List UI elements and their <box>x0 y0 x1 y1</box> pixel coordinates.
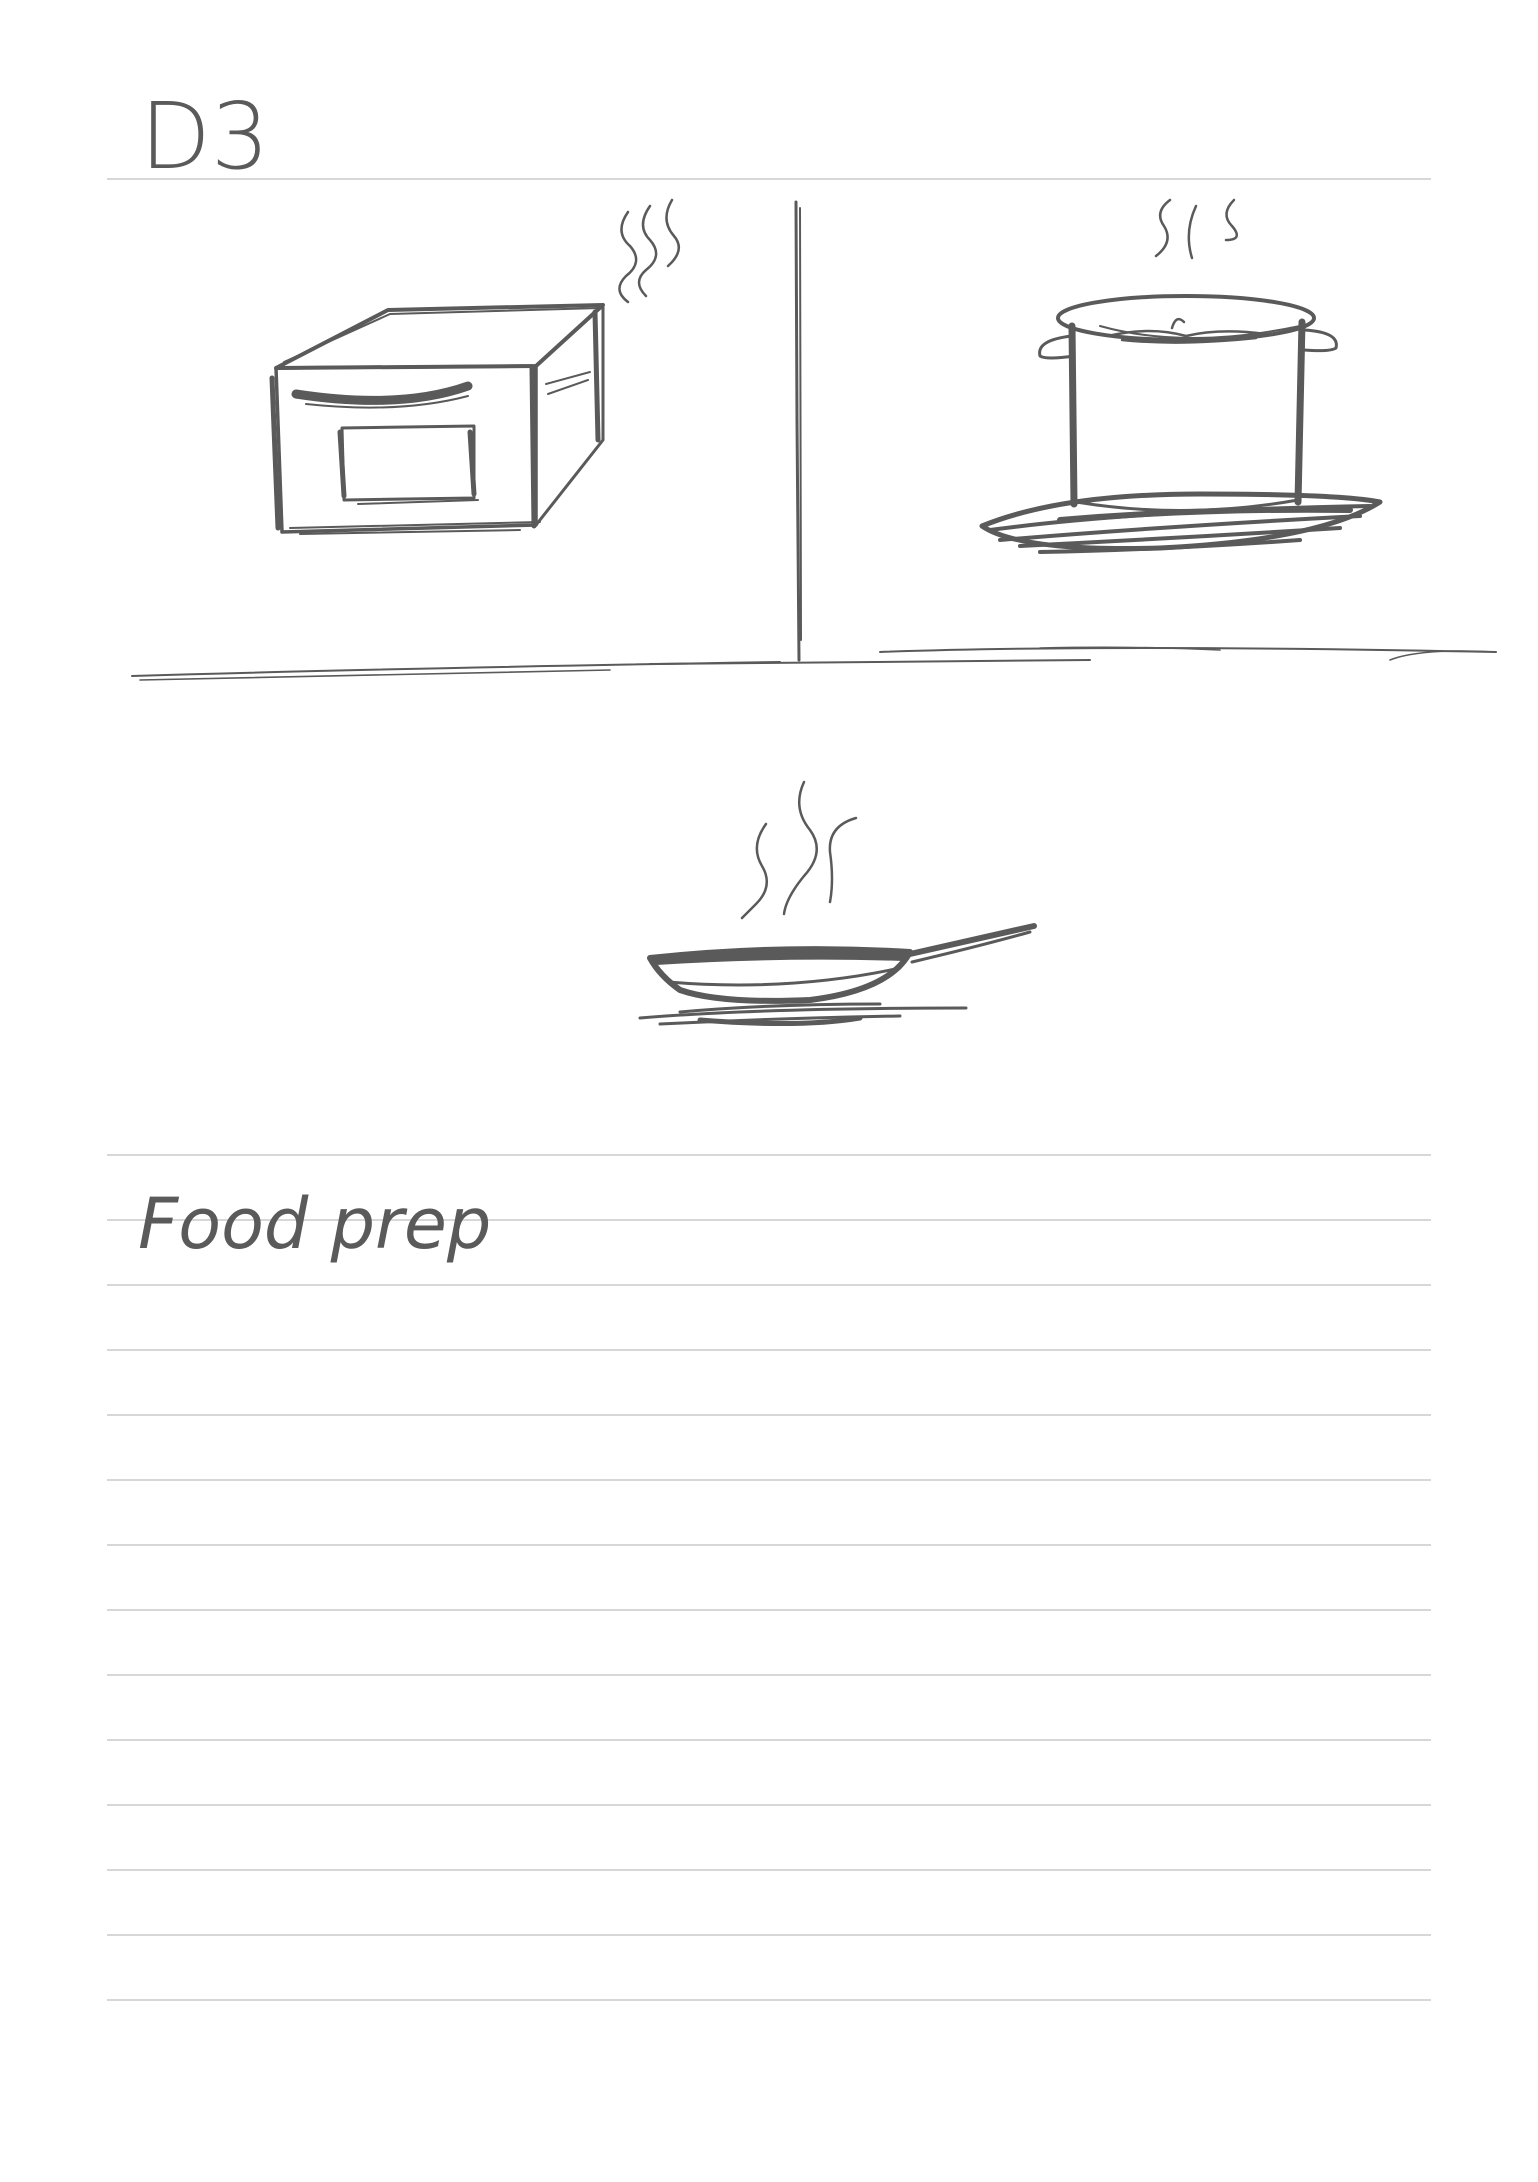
steam-icon <box>618 198 681 304</box>
oven-icon <box>269 303 605 535</box>
steam-icon <box>740 780 858 920</box>
notebook-page: D3 Food prep <box>0 0 1538 2182</box>
section-heading: Food prep <box>138 1183 491 1265</box>
sketch-canvas: D3 Food prep <box>131 83 1497 1265</box>
frying-pan-icon <box>638 923 1037 1027</box>
sketch-divider <box>794 200 802 662</box>
counter-line <box>131 646 1497 681</box>
page-title: D3 <box>140 83 269 190</box>
steam-icon <box>1154 198 1239 260</box>
pot-icon <box>979 294 1383 554</box>
